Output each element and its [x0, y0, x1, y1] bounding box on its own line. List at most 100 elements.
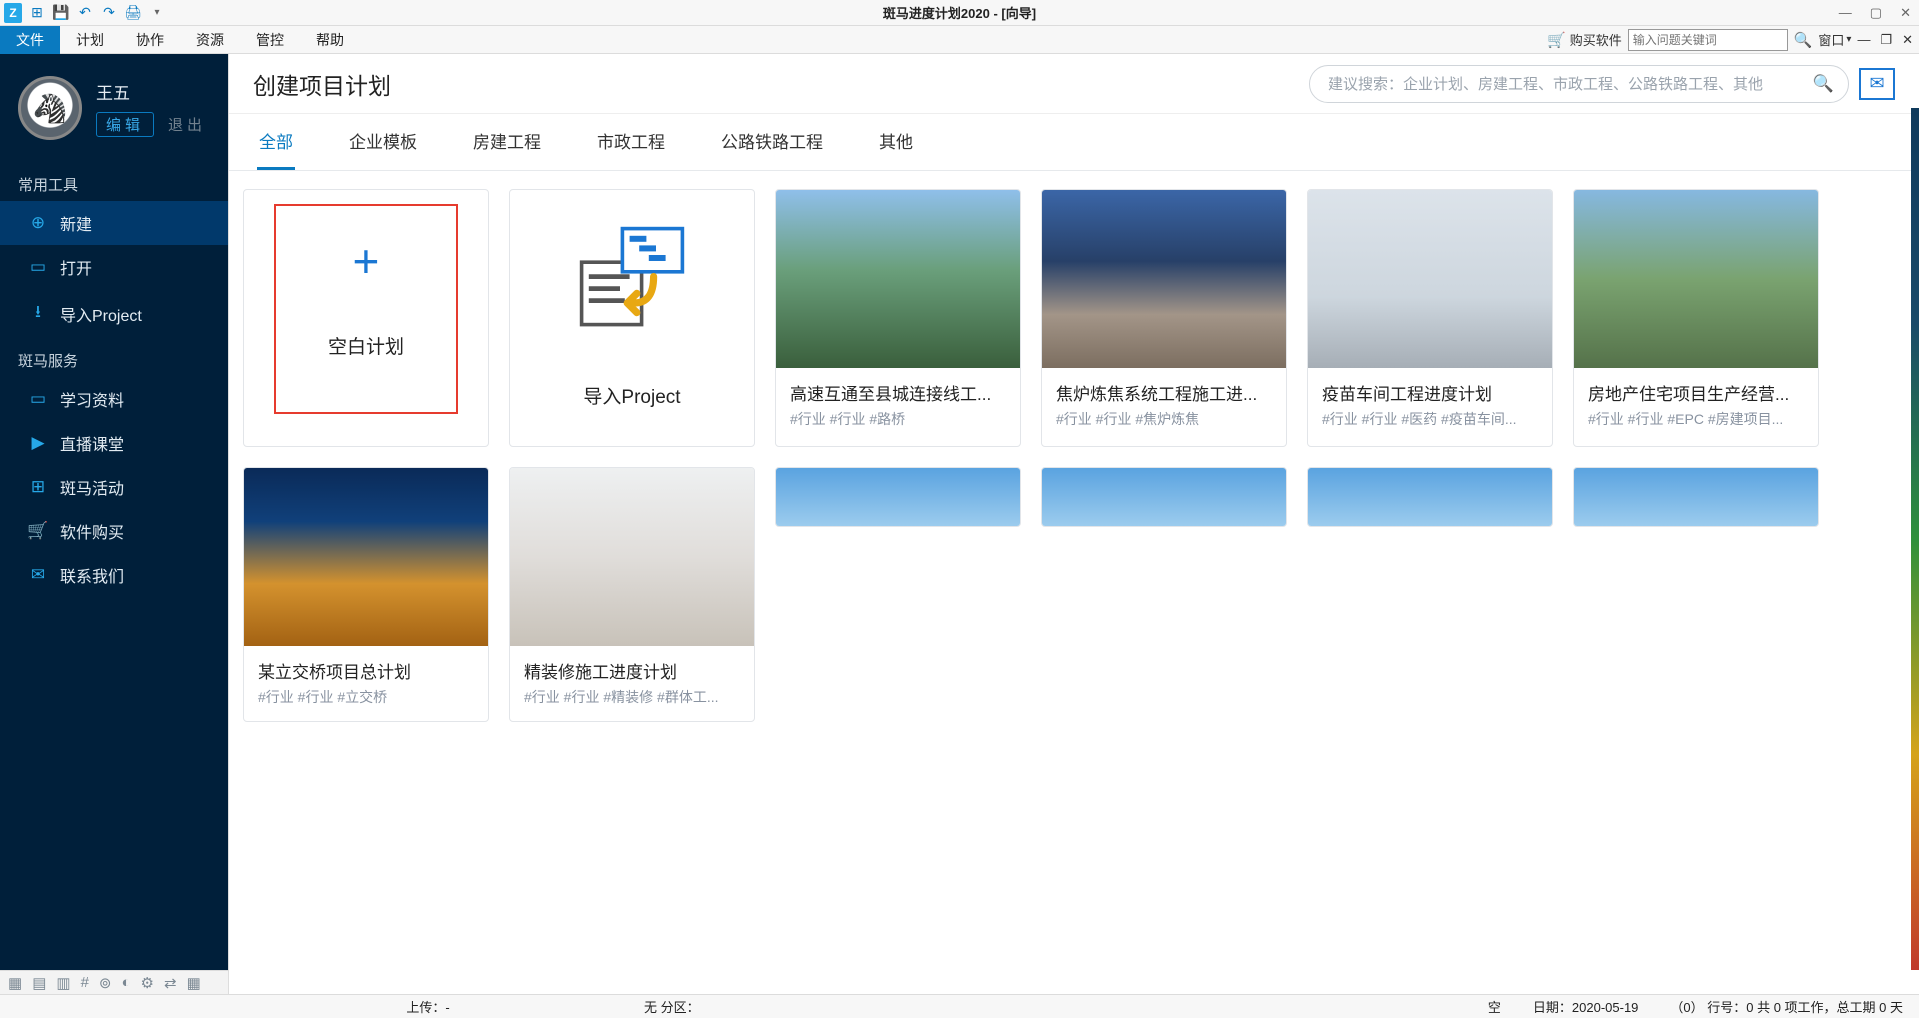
新建-icon: ⊕ — [28, 213, 48, 233]
template-thumb — [1042, 190, 1286, 368]
tool-icon-1[interactable]: ▦ — [8, 974, 22, 992]
tool-icon-3[interactable]: ▥ — [56, 974, 70, 992]
tool-icon-5[interactable]: ⊚ — [99, 974, 112, 992]
mail-button[interactable]: ✉ — [1859, 68, 1895, 100]
斑马活动-icon: ⊞ — [28, 477, 48, 497]
close-button[interactable]: ✕ — [1900, 5, 1911, 21]
card-title: 空白计划 — [328, 318, 404, 385]
template-search-input[interactable]: 建议搜索：企业计划、房建工程、市政工程、公路铁路工程、其他 🔍 — [1309, 65, 1849, 103]
card-title: 某立交桥项目总计划 — [244, 646, 488, 687]
template-card[interactable] — [1307, 467, 1553, 527]
template-card[interactable] — [1041, 467, 1287, 527]
avatar[interactable]: 🦓 — [18, 76, 82, 140]
status-bar: 上传：- 无 分区： 空 日期：2020-05-19 （0） 行号：0 共 0 … — [0, 994, 1919, 1018]
card-tags: #行业 #行业 #精装修 #群体工... — [510, 687, 754, 721]
logout-button[interactable]: 退出 — [168, 112, 206, 137]
qat-print-icon[interactable]: 🖨 — [124, 4, 142, 22]
sidebar-item-联系我们[interactable]: ✉联系我们 — [0, 553, 228, 597]
template-card[interactable]: 某立交桥项目总计划#行业 #行业 #立交桥 — [243, 467, 489, 722]
qat-new-icon[interactable]: ⊞ — [28, 4, 46, 22]
sidebar-section-services: 斑马服务 — [0, 338, 228, 377]
tab-其他[interactable]: 其他 — [877, 114, 915, 170]
sidebar-item-label: 新建 — [60, 211, 92, 235]
status-date: 日期：2020-05-19 — [1517, 997, 1655, 1016]
tab-房建工程[interactable]: 房建工程 — [471, 114, 543, 170]
template-thumb — [244, 468, 488, 646]
sidebar-item-打开[interactable]: ▭ 打开 — [0, 245, 228, 289]
bottom-toolbar: ▦ ▤ ▥ # ⊚ ◐ ⚙ ⇄ ▦ — [0, 970, 228, 994]
template-thumb — [510, 468, 754, 646]
template-thumb — [776, 190, 1020, 368]
menu-bar: 文件计划协作资源管控帮助 🛒 购买软件 🔍 窗口▾ — ❐ ✕ — [0, 26, 1919, 54]
template-card[interactable] — [1573, 467, 1819, 527]
edit-profile-button[interactable]: 编辑 — [96, 112, 154, 137]
qat-undo-icon[interactable]: ↶ — [76, 4, 94, 22]
user-name: 王五 — [96, 79, 206, 104]
status-zone: 无 分区： — [628, 997, 716, 1016]
sidebar-item-label: 打开 — [60, 255, 92, 279]
buy-software-label: 购买软件 — [1570, 30, 1622, 49]
card-title: 精装修施工进度计划 — [510, 646, 754, 687]
sidebar-item-软件购买[interactable]: 🛒软件购买 — [0, 509, 228, 553]
sidebar-item-斑马活动[interactable]: ⊞斑马活动 — [0, 465, 228, 509]
tab-公路铁路工程[interactable]: 公路铁路工程 — [719, 114, 825, 170]
menu-帮助[interactable]: 帮助 — [300, 26, 360, 54]
template-card[interactable]: 精装修施工进度计划#行业 #行业 #精装修 #群体工... — [509, 467, 755, 722]
qat-save-icon[interactable]: 💾 — [52, 4, 70, 22]
menu-协作[interactable]: 协作 — [120, 26, 180, 54]
card-tags: #行业 #行业 #EPC #房建项目... — [1574, 409, 1818, 443]
menu-文件[interactable]: 文件 — [0, 26, 60, 54]
search-icon[interactable]: 🔍 — [1813, 74, 1834, 94]
template-card[interactable] — [775, 467, 1021, 527]
status-upload: 上传：- — [228, 997, 628, 1016]
打开-icon: ▭ — [28, 257, 48, 277]
sidebar-item-新建[interactable]: ⊕ 新建 — [0, 201, 228, 245]
child-close-button[interactable]: ✕ — [1902, 32, 1913, 48]
menu-计划[interactable]: 计划 — [60, 26, 120, 54]
导入Project-icon: ⭳ — [28, 299, 48, 328]
quick-access-toolbar: Z ⊞ 💾 ↶ ↷ 🖨 ▾ — [0, 4, 166, 22]
template-card[interactable]: 疫苗车间工程进度计划#行业 #行业 #医药 #疫苗车间... — [1307, 189, 1553, 447]
sidebar-item-label: 软件购买 — [60, 519, 124, 543]
tool-icon-8[interactable]: ⇄ — [164, 974, 177, 992]
sidebar-item-直播课堂[interactable]: ▶直播课堂 — [0, 421, 228, 465]
qat-dropdown-icon[interactable]: ▾ — [148, 4, 166, 22]
category-tabs: 全部企业模板房建工程市政工程公路铁路工程其他 — [229, 114, 1919, 171]
help-search-icon[interactable]: 🔍 — [1794, 31, 1813, 49]
card-tags: #行业 #行业 #医药 #疫苗车间... — [1308, 409, 1552, 443]
sidebar-item-label: 直播课堂 — [60, 431, 124, 455]
sidebar-item-学习资料[interactable]: ▭学习资料 — [0, 377, 228, 421]
buy-software-link[interactable]: 🛒 购买软件 — [1547, 30, 1622, 49]
tool-icon-2[interactable]: ▤ — [32, 974, 46, 992]
card-title: 疫苗车间工程进度计划 — [1308, 368, 1552, 409]
template-card[interactable]: + 空白计划 — [243, 189, 489, 447]
tab-全部[interactable]: 全部 — [257, 114, 295, 170]
scrollbar-indicator[interactable] — [1911, 108, 1919, 970]
window-menu[interactable]: 窗口▾ — [1818, 30, 1851, 49]
child-minimize-button[interactable]: — — [1857, 32, 1870, 48]
menu-资源[interactable]: 资源 — [180, 26, 240, 54]
template-card[interactable]: 焦炉炼焦系统工程施工进...#行业 #行业 #焦炉炼焦 — [1041, 189, 1287, 447]
help-search-input[interactable] — [1628, 29, 1788, 51]
plus-icon: + — [353, 234, 380, 288]
card-tags: #行业 #行业 #立交桥 — [244, 687, 488, 721]
maximize-button[interactable]: ▢ — [1870, 5, 1882, 21]
qat-redo-icon[interactable]: ↷ — [100, 4, 118, 22]
menu-管控[interactable]: 管控 — [240, 26, 300, 54]
tab-市政工程[interactable]: 市政工程 — [595, 114, 667, 170]
user-panel: 🦓 王五 编辑 退出 — [0, 54, 228, 162]
sidebar-item-label: 导入Project — [60, 302, 142, 326]
tool-icon-4[interactable]: # — [81, 974, 89, 991]
child-restore-button[interactable]: ❐ — [1880, 32, 1892, 48]
sidebar-item-导入Project[interactable]: ⭳ 导入Project — [0, 289, 228, 338]
template-card[interactable]: 房地产住宅项目生产经营...#行业 #行业 #EPC #房建项目... — [1573, 189, 1819, 447]
template-card[interactable]: 导入Project — [509, 189, 755, 447]
status-tail: （0） 行号：0 共 0 项工作，总工期 0 天 — [1654, 997, 1919, 1016]
minimize-button[interactable]: — — [1839, 5, 1852, 21]
tab-企业模板[interactable]: 企业模板 — [347, 114, 419, 170]
tool-icon-9[interactable]: ▦ — [187, 974, 201, 992]
template-thumb — [1042, 468, 1286, 527]
tool-icon-7[interactable]: ⚙ — [141, 974, 154, 992]
template-card[interactable]: 高速互通至县城连接线工...#行业 #行业 #路桥 — [775, 189, 1021, 447]
tool-icon-6[interactable]: ◐ — [121, 974, 130, 991]
